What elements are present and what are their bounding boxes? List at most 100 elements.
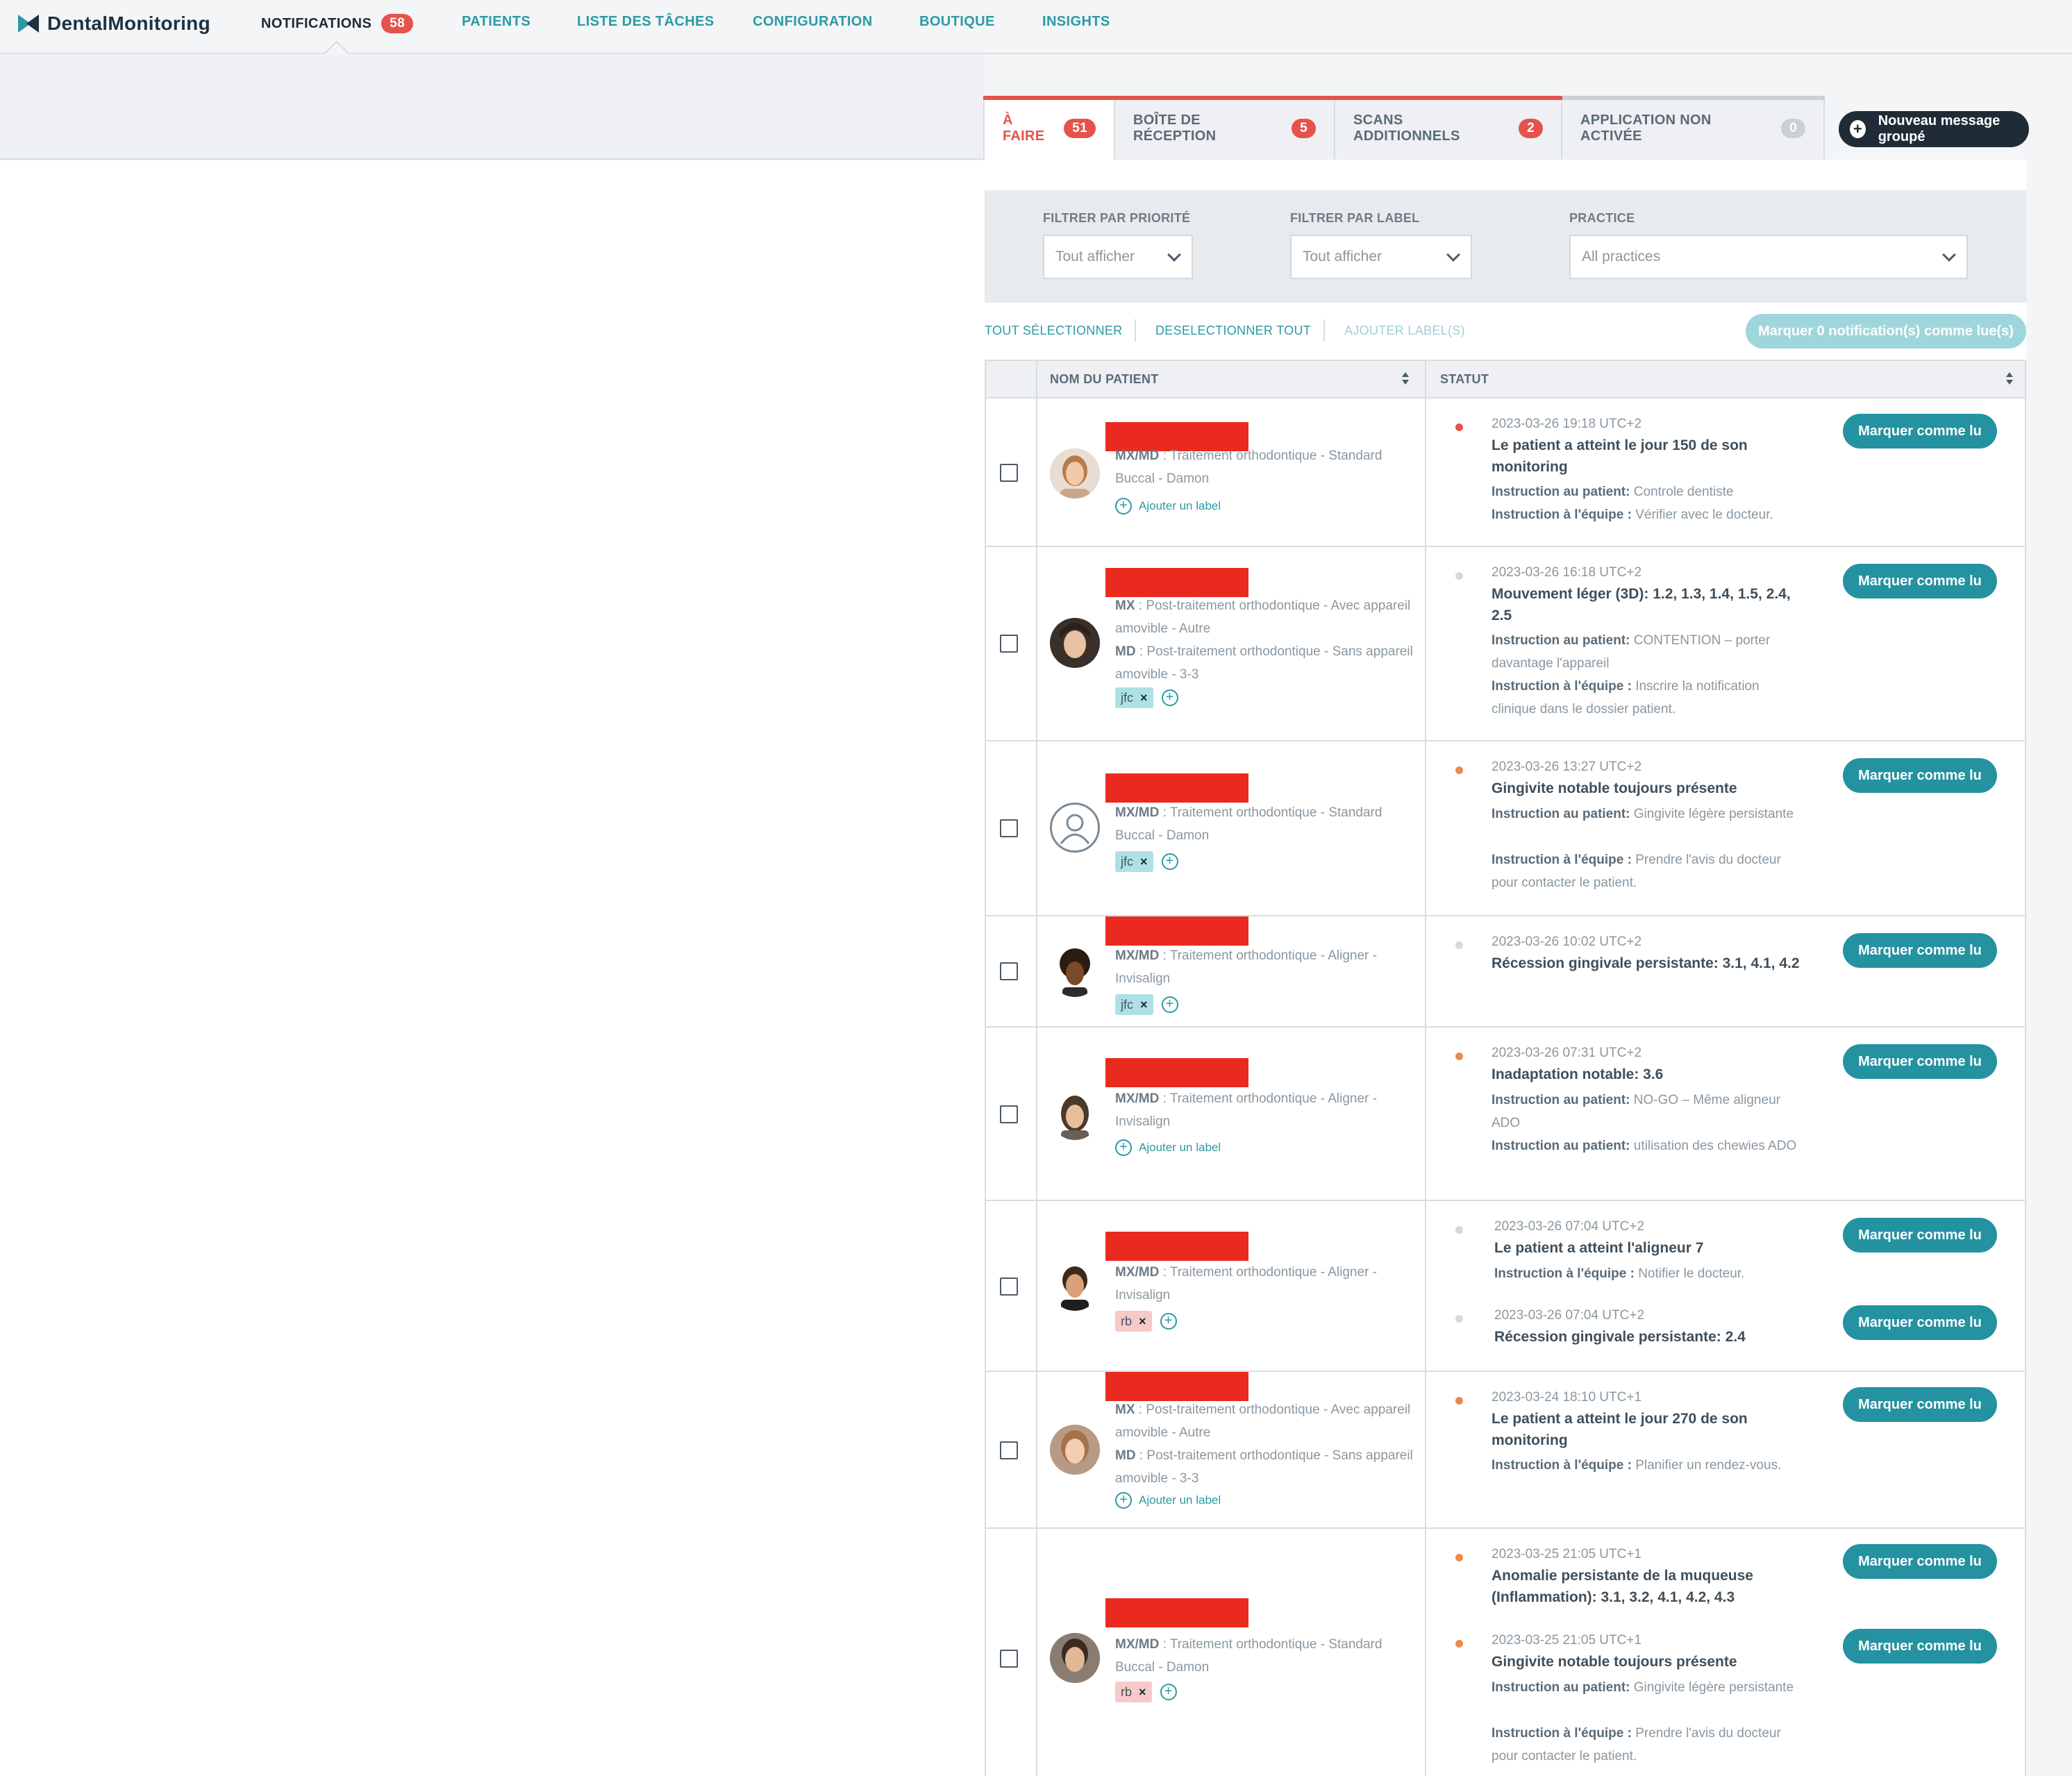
patient-label-tag[interactable]: jfc × — [1115, 994, 1153, 1015]
mark-as-read-button[interactable]: Marquer comme lu — [1843, 414, 1997, 449]
mark-as-read-button[interactable]: Marquer comme lu — [1843, 564, 1997, 598]
treatment-description: : Post-traitement orthodontique - Sans a… — [1115, 644, 1413, 682]
instruction-value: Gingivite légère persistante — [1630, 1680, 1794, 1695]
table-row: MX/MD : Traitement orthodontique - Stand… — [985, 742, 2026, 916]
add-label-link[interactable]: + Ajouter un label — [1115, 1137, 1221, 1158]
label-filter-select[interactable]: Tout afficher — [1290, 235, 1472, 279]
column-divider — [1036, 916, 1037, 1026]
tag-text: jfc — [1121, 854, 1133, 869]
tab-inbox[interactable]: BOÎTE DE RÉCEPTION 5 — [1114, 96, 1335, 160]
patient-avatar — [1050, 618, 1100, 668]
patient-label-tag[interactable]: jfc × — [1115, 851, 1153, 872]
patient-label-tag[interactable]: jfc × — [1115, 687, 1153, 708]
nav-task-list[interactable]: LISTE DES TÂCHES — [577, 14, 715, 30]
treatment-info: MD : Post-traitement orthodontique - San… — [1115, 1444, 1414, 1490]
row-checkbox[interactable] — [1000, 1105, 1018, 1123]
priority-dot — [1455, 1053, 1463, 1060]
row-checkbox[interactable] — [1000, 819, 1018, 837]
instruction: Instruction à l'équipe : Inscrire la not… — [1492, 675, 1804, 721]
tab-todo[interactable]: À FAIRE 51 — [983, 96, 1115, 160]
column-divider — [1425, 1201, 1426, 1371]
priority-dot — [1455, 424, 1463, 431]
notification-date: 2023-03-25 21:05 UTC+1 — [1492, 1547, 1642, 1561]
plus-icon: + — [1850, 120, 1866, 138]
instruction-value: Notifier le docteur. — [1634, 1266, 1745, 1281]
mark-as-read-button[interactable]: Marquer comme lu — [1843, 1305, 1997, 1340]
column-header-status[interactable]: STATUT — [1440, 372, 1489, 387]
deselect-all-link[interactable]: DESELECTIONNER TOUT — [1155, 324, 1311, 338]
app-logo[interactable]: DentalMonitoring — [17, 10, 210, 37]
mark-as-read-button[interactable]: Marquer comme lu — [1843, 1387, 1997, 1422]
sort-icon[interactable] — [2005, 371, 2014, 387]
instruction: Instruction au patient: NO-GO – Même ali… — [1492, 1089, 1804, 1134]
nav-label: LISTE DES TÂCHES — [577, 14, 715, 29]
mark-as-read-button[interactable]: Marquer comme lu — [1843, 1629, 1997, 1664]
notification-count-badge: 58 — [381, 14, 414, 33]
column-divider — [1425, 361, 1426, 397]
chevron-down-icon — [1446, 248, 1460, 262]
mark-as-read-button[interactable]: Marquer comme lu — [1843, 1544, 1997, 1579]
select-all-link[interactable]: TOUT SÉLECTIONNER — [985, 324, 1122, 338]
row-checkbox[interactable] — [1000, 1277, 1018, 1296]
notification-title: Le patient a atteint le jour 270 de son … — [1492, 1411, 1748, 1448]
add-label-icon[interactable]: + — [1161, 689, 1178, 706]
row-checkbox[interactable] — [1000, 1650, 1018, 1668]
row-checkbox[interactable] — [1000, 635, 1018, 653]
nav-label: PATIENTS — [462, 14, 531, 29]
patient-avatar — [1050, 947, 1100, 997]
treatment-description: : Post-traitement orthodontique - Avec a… — [1115, 598, 1411, 636]
remove-tag-icon[interactable]: × — [1139, 1314, 1146, 1329]
header-band — [0, 56, 985, 160]
treatment-info: MX/MD : Traitement orthodontique - Stand… — [1115, 801, 1414, 847]
nav-notifications[interactable]: NOTIFICATIONS 58 — [261, 14, 414, 33]
column-header-patient[interactable]: NOM DU PATIENT — [1050, 372, 1159, 387]
tab-count-badge: 5 — [1292, 119, 1316, 138]
select-value: All practices — [1582, 249, 1661, 265]
column-divider — [1036, 399, 1037, 546]
add-label-icon[interactable]: + — [1161, 996, 1178, 1013]
instruction: Instruction au patient: utilisation des … — [1492, 1134, 1804, 1157]
patient-label-tag[interactable]: rb × — [1115, 1682, 1152, 1702]
add-label-link[interactable]: + Ajouter un label — [1115, 496, 1221, 517]
new-group-message-button[interactable]: + Nouveau message groupé — [1839, 111, 2029, 147]
instruction: Instruction à l'équipe : Prendre l'avis … — [1492, 1722, 1804, 1768]
nav-shop[interactable]: BOUTIQUE — [919, 14, 995, 30]
add-label-icon[interactable]: + — [1160, 1684, 1177, 1700]
sort-icon[interactable] — [1401, 371, 1410, 387]
mark-as-read-button[interactable]: Marquer comme lu — [1843, 1218, 1997, 1253]
patient-label-tag[interactable]: rb × — [1115, 1311, 1152, 1332]
nav-patients[interactable]: PATIENTS — [462, 14, 530, 30]
column-divider — [1036, 361, 1037, 397]
mark-as-read-button[interactable]: Marquer comme lu — [1843, 1044, 1997, 1079]
add-label-icon[interactable]: + — [1161, 853, 1178, 870]
table-row: MX/MD : Traitement orthodontique - Stand… — [985, 1529, 2026, 1776]
column-divider — [1425, 916, 1426, 1026]
remove-tag-icon[interactable]: × — [1140, 998, 1148, 1012]
practice-filter-select[interactable]: All practices — [1569, 235, 1968, 279]
mark-as-read-button[interactable]: Marquer comme lu — [1843, 758, 1997, 793]
patient-avatar — [1050, 449, 1100, 499]
column-divider — [1425, 399, 1426, 546]
tab-app-not-activated[interactable]: APPLICATION NON ACTIVÉE 0 — [1561, 96, 1825, 160]
remove-tag-icon[interactable]: × — [1140, 691, 1148, 705]
mark-notifications-read-button[interactable]: Marquer 0 notification(s) comme lue(s) — [1746, 314, 2026, 349]
row-checkbox[interactable] — [1000, 464, 1018, 482]
mark-as-read-button[interactable]: Marquer comme lu — [1843, 933, 1997, 968]
priority-filter-select[interactable]: Tout afficher — [1043, 235, 1193, 279]
row-checkbox[interactable] — [1000, 1441, 1018, 1459]
nav-insights[interactable]: INSIGHTS — [1042, 14, 1110, 30]
column-divider — [1425, 1372, 1426, 1527]
label-list: rb × + — [1115, 1311, 1184, 1332]
remove-tag-icon[interactable]: × — [1140, 855, 1148, 869]
row-checkbox[interactable] — [1000, 962, 1018, 980]
column-divider — [1425, 1529, 1426, 1776]
column-divider — [1036, 1201, 1037, 1371]
nav-label: INSIGHTS — [1042, 14, 1110, 29]
add-label-icon[interactable]: + — [1160, 1313, 1177, 1330]
nav-configuration[interactable]: CONFIGURATION — [753, 14, 873, 30]
add-labels-link[interactable]: AJOUTER LABEL(S) — [1344, 324, 1465, 338]
add-label-link[interactable]: + Ajouter un label — [1115, 1490, 1221, 1511]
divider — [1323, 319, 1325, 342]
remove-tag-icon[interactable]: × — [1139, 1685, 1146, 1700]
tab-additional-scans[interactable]: SCANS ADDITIONNELS 2 — [1334, 96, 1562, 160]
